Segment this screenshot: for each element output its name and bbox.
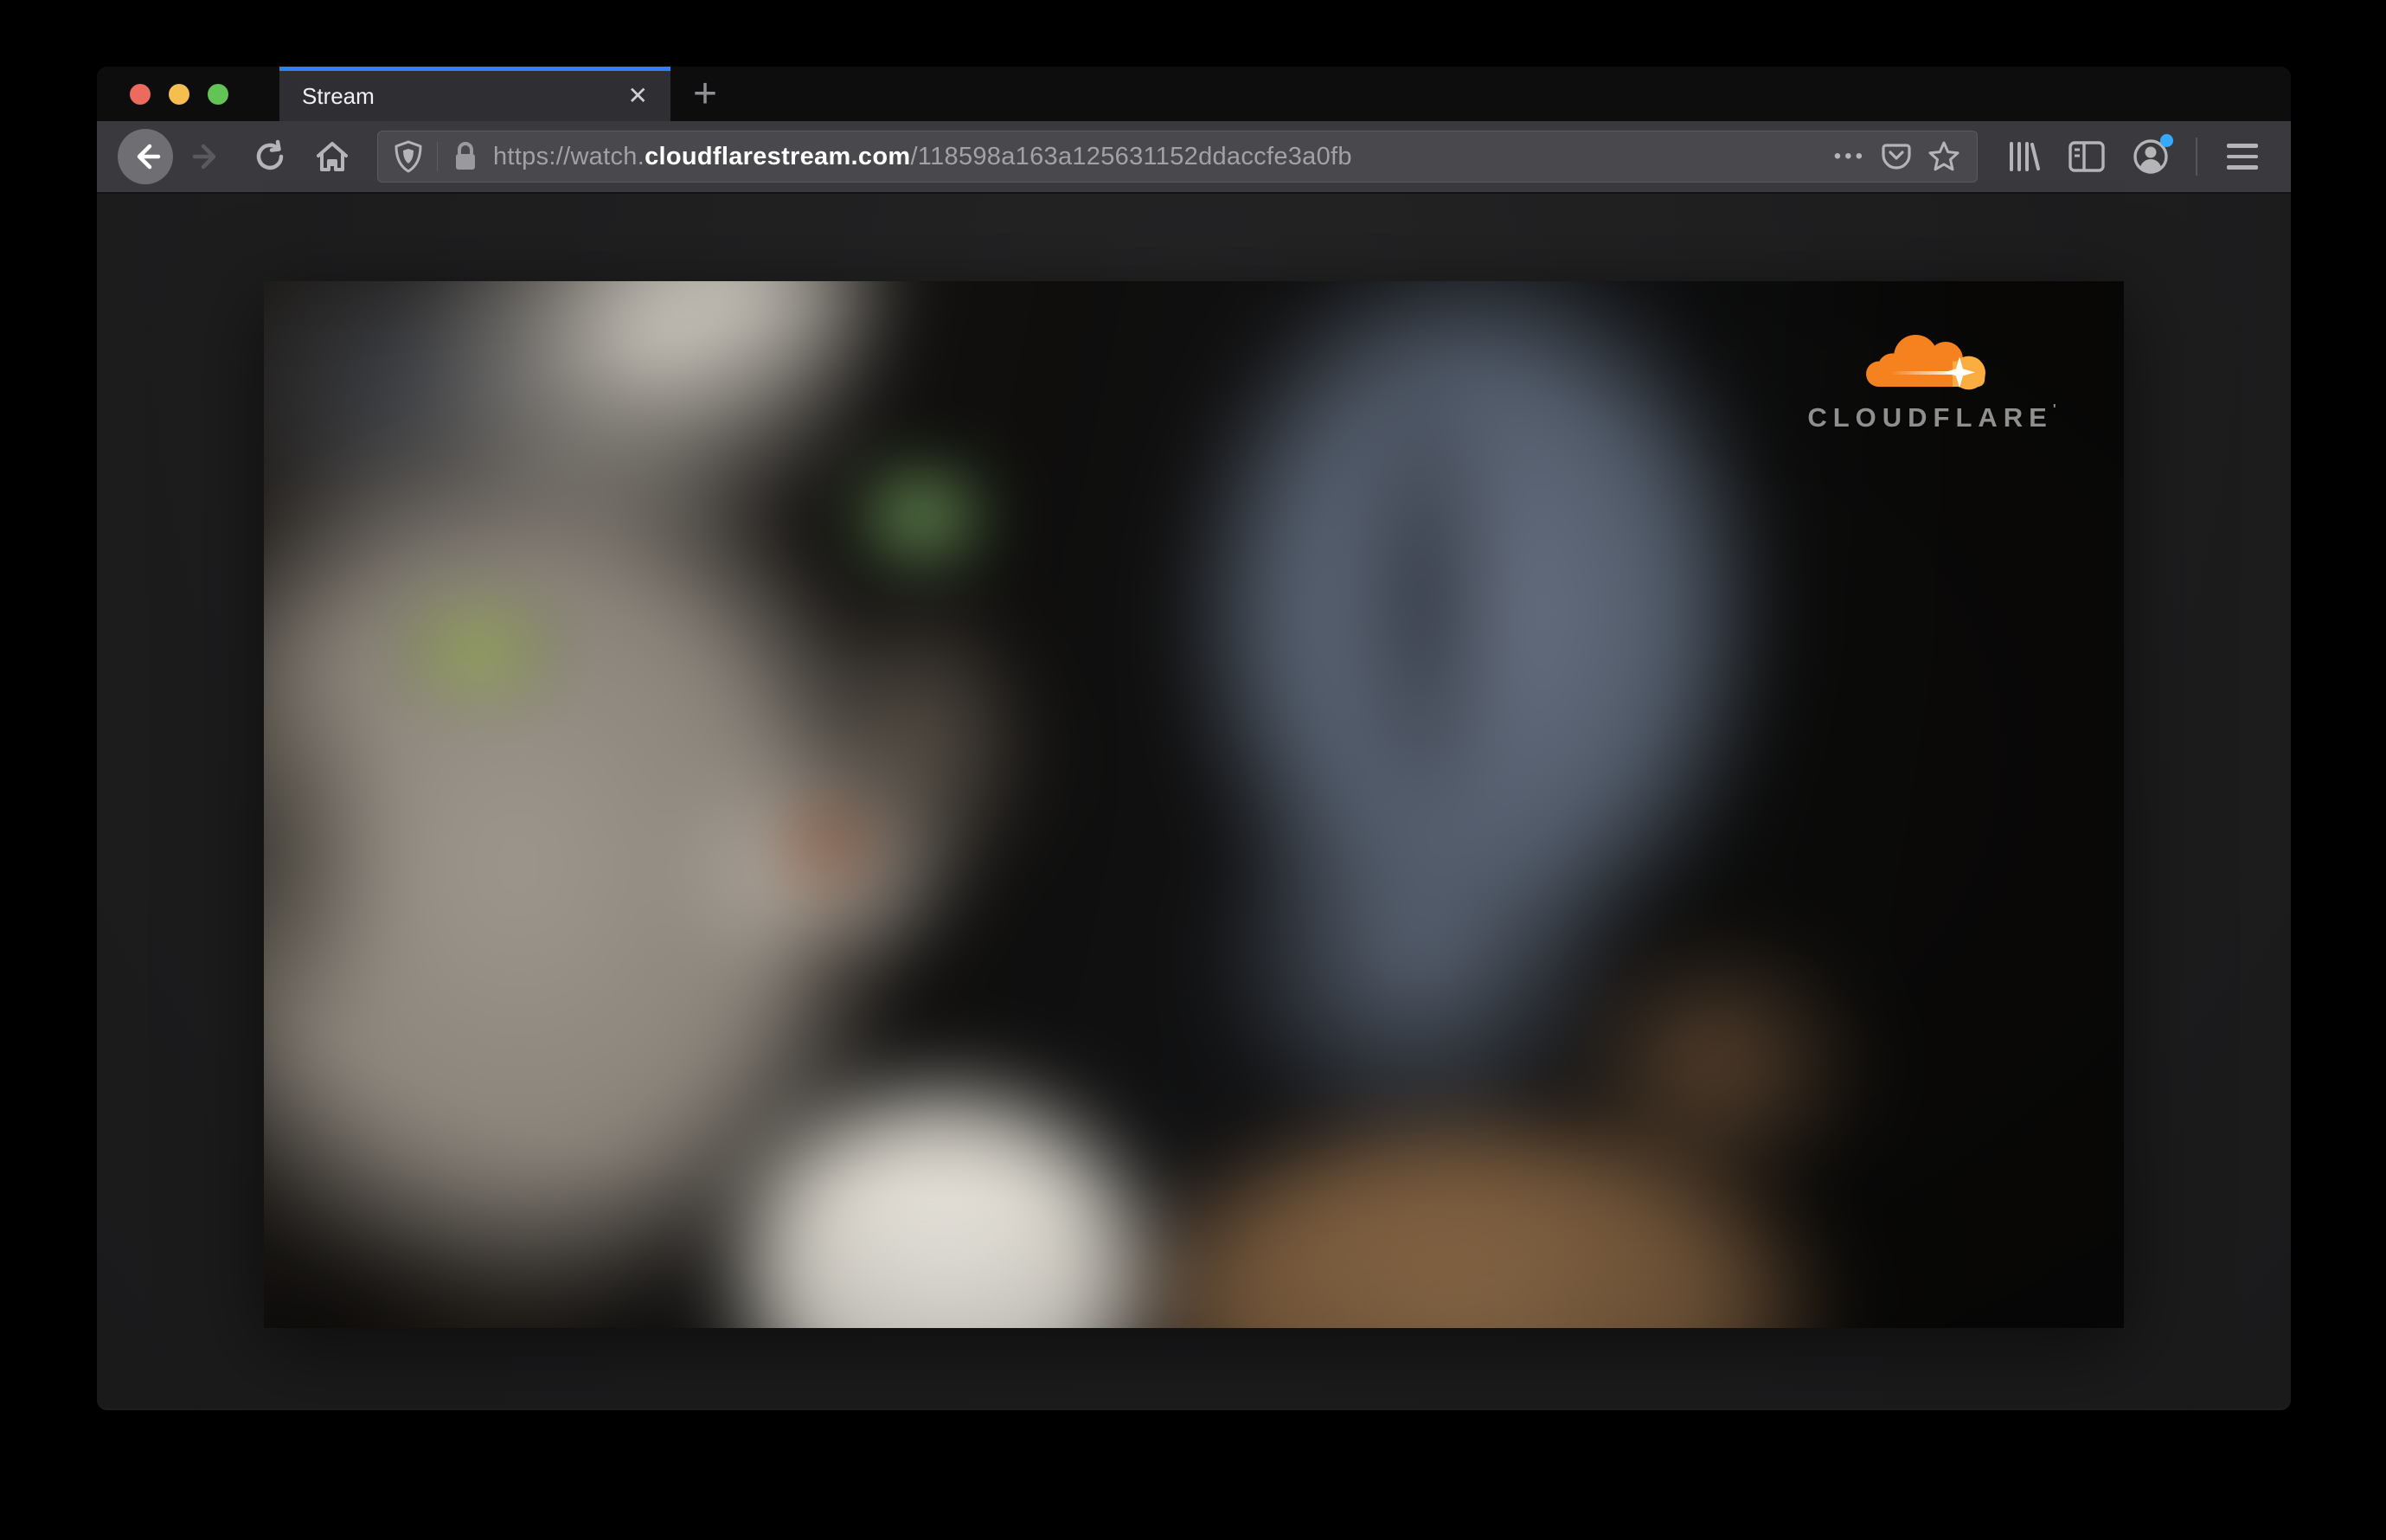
tab-close-icon[interactable]: ✕ [628, 84, 648, 108]
home-icon [317, 142, 348, 171]
new-tab-button[interactable]: + [670, 67, 740, 121]
tab-stream[interactable]: Stream ✕ [279, 67, 670, 121]
back-button[interactable] [118, 129, 173, 184]
url-domain: cloudflarestream.com [645, 142, 911, 170]
window-close-button[interactable] [130, 83, 151, 105]
lock-icon [456, 142, 475, 170]
toolbar-separator [2196, 138, 2197, 176]
library-button[interactable] [1995, 129, 2050, 184]
sidebar-icon [2069, 141, 2105, 172]
window-zoom-button[interactable] [208, 83, 228, 105]
navigation-toolbar: https://watch.cloudflarestream.com/11859… [97, 121, 2291, 194]
sidebar-button[interactable] [2059, 129, 2114, 184]
back-icon [137, 144, 161, 170]
tab-title: Stream [302, 82, 375, 109]
window-minimize-button[interactable] [169, 83, 189, 105]
shield-icon [394, 140, 422, 173]
browser-window: Stream ✕ + https://watch.cloudflarestrea… [97, 67, 2291, 1410]
menu-button[interactable] [2215, 144, 2270, 170]
pocket-icon[interactable] [1880, 140, 1913, 173]
library-icon [2010, 142, 2040, 171]
cloudflare-cloud-icon [1866, 335, 1985, 390]
home-button[interactable] [305, 129, 360, 184]
video-player[interactable]: CLOUDFLARE' [264, 281, 2124, 1328]
page-actions-icon[interactable]: ••• [1834, 144, 1866, 169]
cloudflare-logo: CLOUDFLARE' [1785, 326, 2079, 433]
url-path: /118598a163a125631152ddaccfe3a0fb [910, 142, 1352, 170]
account-button[interactable] [2123, 129, 2178, 184]
cloudflare-wordmark: CLOUDFLARE' [1807, 402, 2056, 433]
reload-icon [256, 139, 284, 170]
video-vignette [264, 281, 2124, 1328]
reload-button[interactable] [242, 129, 298, 184]
url-bar[interactable]: https://watch.cloudflarestream.com/11859… [377, 131, 1978, 183]
url-scheme-host: https://watch. [493, 142, 645, 170]
url-text: https://watch.cloudflarestream.com/11859… [493, 143, 1820, 171]
traffic-lights [97, 67, 279, 121]
menu-icon [2227, 144, 2258, 148]
toolbar-right-buttons [1995, 129, 2270, 184]
urlbar-divider [437, 142, 438, 171]
forward-icon [192, 144, 216, 170]
account-notification-badge [2160, 134, 2173, 147]
forward-button[interactable] [180, 129, 235, 184]
bookmark-star-icon[interactable] [1927, 139, 1961, 174]
page-content: CLOUDFLARE' [97, 194, 2291, 1408]
tab-bar: Stream ✕ + [97, 67, 2291, 121]
